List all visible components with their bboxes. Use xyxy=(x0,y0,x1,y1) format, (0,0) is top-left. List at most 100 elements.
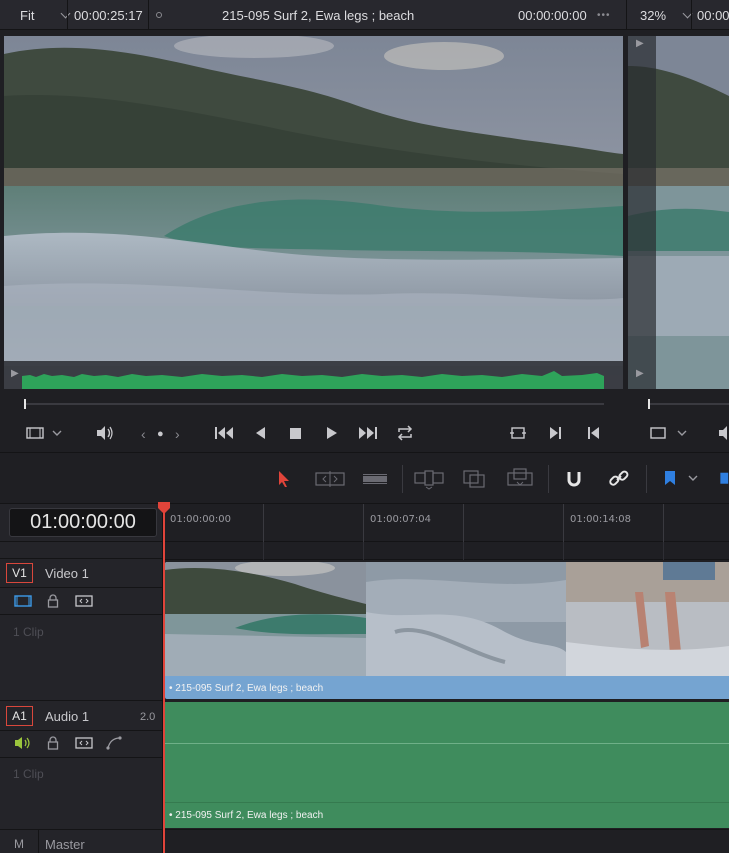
track-badge-v1[interactable]: V1 xyxy=(6,563,33,583)
flag-icon[interactable] xyxy=(718,468,729,490)
video-clip-thumbnails xyxy=(165,562,729,676)
lock-icon[interactable] xyxy=(46,594,62,608)
blade-tool-icon[interactable] xyxy=(362,468,388,490)
audio-level-line xyxy=(165,743,729,744)
video-clip-count: 1 Clip xyxy=(13,625,44,639)
in-point-icon[interactable] xyxy=(549,426,563,440)
divider xyxy=(691,0,692,30)
divider xyxy=(0,757,163,758)
divider xyxy=(626,0,627,30)
timeline-toolbar xyxy=(0,452,729,504)
video-track-header[interactable]: V1 Video 1 1 Clip xyxy=(0,559,163,700)
timeline-timecode-right[interactable]: 00:00 xyxy=(697,0,729,30)
track-name-video[interactable]: Video 1 xyxy=(45,566,89,581)
ruler-label: 01:00:07:04 xyxy=(370,514,432,525)
divider xyxy=(67,0,68,30)
marker-flag-icon[interactable] xyxy=(662,468,702,490)
ruler-label: 01:00:00:00 xyxy=(170,514,232,525)
jog-dot-icon[interactable]: ● xyxy=(157,427,164,441)
loop-icon[interactable] xyxy=(396,425,414,441)
safe-area-icon[interactable] xyxy=(649,426,689,440)
source-duration-timecode[interactable]: 00:00:00:00 xyxy=(518,0,587,30)
master-name-text: Master xyxy=(45,837,85,852)
timeline-timecode[interactable]: 01:00:00:00 xyxy=(9,508,157,537)
track-name-audio[interactable]: Audio 1 xyxy=(45,709,89,724)
channel-format-text: 2.0 xyxy=(140,711,156,723)
clip-title-text: 215-095 Surf 2, Ewa legs ; beach xyxy=(222,7,415,23)
timeline-playhead[interactable] xyxy=(163,502,165,853)
divider xyxy=(0,700,163,701)
divider xyxy=(165,802,729,803)
more-options-label: ••• xyxy=(597,9,611,21)
video-clip[interactable]: • 215-095 Surf 2, Ewa legs ; beach xyxy=(165,562,729,699)
replace-icon[interactable] xyxy=(506,468,534,490)
playhead-handle[interactable] xyxy=(157,501,171,515)
prev-clip-icon[interactable]: ‹ xyxy=(141,427,146,441)
in-marker-icon: ▶ xyxy=(636,38,644,49)
play-icon[interactable] xyxy=(326,427,338,439)
monitor-icon[interactable] xyxy=(26,426,62,440)
skip-end-icon[interactable] xyxy=(358,426,378,440)
audio-waveform xyxy=(22,366,604,389)
curve-icon[interactable] xyxy=(106,736,122,750)
timeline-scrubber[interactable] xyxy=(648,399,729,409)
zoom-dropdown-right[interactable]: 32% xyxy=(640,0,693,30)
timeline-ruler[interactable]: 01:00:00:00 01:00:07:04 01:00:14:08 xyxy=(164,504,729,542)
play-marker-icon: ▶ xyxy=(636,368,644,379)
audio-clip-label: • 215-095 Surf 2, Ewa legs ; beach xyxy=(169,810,324,821)
track-badge-text: A1 xyxy=(12,709,27,723)
insert-icon[interactable] xyxy=(414,468,444,490)
stop-icon[interactable] xyxy=(290,428,301,439)
source-viewer[interactable]: ▶ xyxy=(4,36,623,389)
timeline-video-frame xyxy=(628,36,729,389)
ruler-tick xyxy=(363,504,364,542)
speaker-icon[interactable] xyxy=(717,425,729,441)
next-clip-icon[interactable]: › xyxy=(175,427,180,441)
auto-select-icon[interactable] xyxy=(75,737,93,749)
source-scrubber[interactable] xyxy=(24,399,604,409)
master-track-lane xyxy=(164,829,729,853)
ruler-tick xyxy=(263,504,264,542)
speaker-icon[interactable] xyxy=(95,425,115,441)
audio-clip[interactable]: • 215-095 Surf 2, Ewa legs ; beach xyxy=(165,702,729,828)
clip-count-text: 1 Clip xyxy=(13,625,44,639)
divider xyxy=(0,587,163,588)
auto-select-icon[interactable] xyxy=(75,595,93,607)
ruler-tick xyxy=(463,504,464,542)
timeline-viewer[interactable]: ▶ ▶ xyxy=(628,36,729,389)
track-badge-a1[interactable]: A1 xyxy=(6,706,33,726)
audio-track-header[interactable]: A1 Audio 1 2.0 1 Clip xyxy=(0,702,163,829)
source-timecode[interactable]: 00:00:25:17 xyxy=(74,0,143,30)
more-options-button[interactable]: ••• xyxy=(597,0,611,30)
scrub-playhead[interactable] xyxy=(24,399,26,409)
source-timecode-text: 00:00:25:17 xyxy=(74,7,143,23)
scrub-track xyxy=(24,403,604,405)
video-clip-label: • 215-095 Surf 2, Ewa legs ; beach xyxy=(169,683,324,694)
viewer-options-icon[interactable] xyxy=(156,0,162,30)
divider xyxy=(0,730,163,731)
lock-icon[interactable] xyxy=(46,736,62,750)
divider xyxy=(402,465,403,493)
match-frame-icon[interactable] xyxy=(509,425,527,441)
master-track-header[interactable]: M Master xyxy=(0,830,163,853)
divider xyxy=(646,465,647,493)
viewer-header-bar: Fit 00:00:25:17 215-095 Surf 2, Ewa legs… xyxy=(0,0,729,30)
divider xyxy=(38,830,39,853)
snap-icon[interactable] xyxy=(564,468,584,490)
out-point-icon[interactable] xyxy=(586,426,600,440)
zoom-dropdown-left[interactable]: Fit xyxy=(20,0,71,30)
scrub-playhead[interactable] xyxy=(648,399,650,409)
skip-start-icon[interactable] xyxy=(214,426,234,440)
track-name-text: Audio 1 xyxy=(45,709,90,724)
speaker-icon[interactable] xyxy=(13,736,33,750)
link-icon[interactable] xyxy=(608,468,630,490)
overwrite-icon[interactable] xyxy=(462,468,486,490)
play-reverse-icon[interactable] xyxy=(255,427,267,439)
play-marker-icon: ▶ xyxy=(11,368,19,379)
audio-channel-format: 2.0 xyxy=(140,711,155,723)
divider xyxy=(0,614,163,615)
track-headers: 01:00:00:00 V1 Video 1 1 Clip A1 Audio 1… xyxy=(0,504,163,853)
select-tool-icon[interactable] xyxy=(276,468,292,490)
trim-tool-icon[interactable] xyxy=(314,468,346,490)
video-enable-icon[interactable] xyxy=(14,595,32,607)
